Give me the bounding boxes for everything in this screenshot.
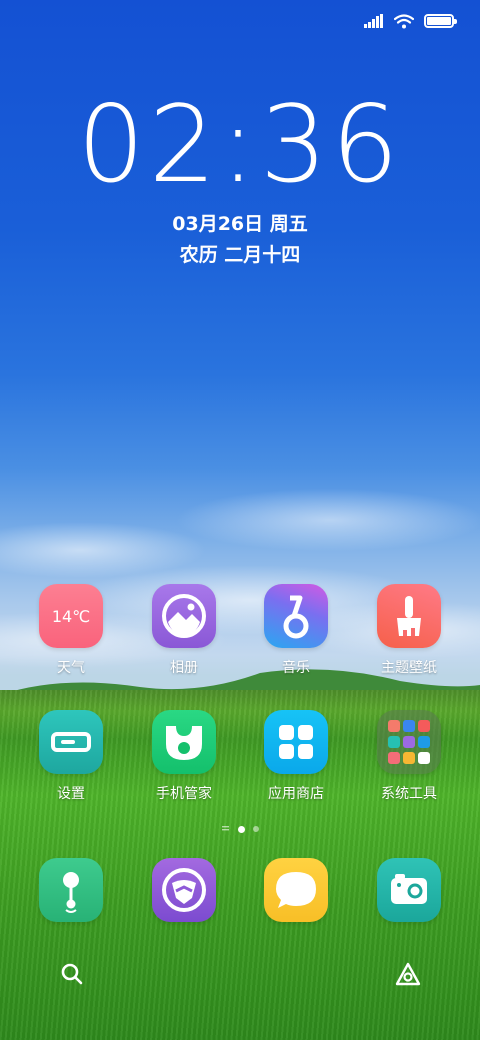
app-label: 音乐 xyxy=(282,660,310,676)
signal-icon xyxy=(364,14,383,28)
app-music[interactable]: 音乐 xyxy=(246,584,346,677)
home-feed-icon xyxy=(221,826,229,831)
app-label: 系统工具 xyxy=(381,786,437,802)
page-dot-active xyxy=(237,825,245,833)
folder-icon xyxy=(377,710,441,774)
browser-icon xyxy=(152,858,216,922)
search-button[interactable] xyxy=(60,962,84,990)
app-label: 主题壁纸 xyxy=(381,660,437,676)
camera-icon xyxy=(377,858,441,922)
app-gallery[interactable]: 相册 xyxy=(134,584,234,677)
dock-camera[interactable] xyxy=(359,858,459,922)
folder-system-tools[interactable]: 系统工具 xyxy=(359,710,459,803)
music-icon xyxy=(264,584,328,648)
app-label: 相册 xyxy=(170,660,198,676)
app-themes[interactable]: 主题壁纸 xyxy=(359,584,459,677)
page-dot xyxy=(252,826,259,832)
page-indicator[interactable] xyxy=(0,825,480,833)
app-label: 手机管家 xyxy=(156,786,212,802)
weather-icon: 14℃ xyxy=(39,584,103,648)
clock-time[interactable]: 02:36 xyxy=(0,92,480,198)
clock-date[interactable]: 03月26日 周五 xyxy=(0,209,480,236)
app-label: 应用商店 xyxy=(268,786,324,802)
app-weather[interactable]: 14℃ 天气 xyxy=(21,584,121,677)
wifi-icon xyxy=(394,13,414,28)
assistant-button[interactable] xyxy=(394,962,422,992)
phone-icon xyxy=(39,858,103,922)
app-security[interactable]: 手机管家 xyxy=(134,710,234,803)
app-settings[interactable]: 设置 xyxy=(21,710,121,803)
assistant-icon xyxy=(395,962,421,986)
themes-icon xyxy=(377,584,441,648)
dock-messages[interactable] xyxy=(246,858,346,922)
app-label: 天气 xyxy=(57,660,85,676)
lunar-date: 农历 二月十四 xyxy=(179,244,301,266)
messages-icon xyxy=(264,858,328,922)
gallery-icon xyxy=(152,584,216,648)
battery-icon xyxy=(424,14,457,28)
settings-icon xyxy=(39,710,103,774)
battery-fill xyxy=(427,17,451,25)
weather-temp-text: 14℃ xyxy=(51,606,91,626)
security-icon xyxy=(152,710,216,774)
status-bar xyxy=(364,10,457,32)
dock-phone[interactable] xyxy=(21,858,121,922)
dock-browser[interactable] xyxy=(134,858,234,922)
app-label: 设置 xyxy=(57,786,85,802)
search-icon xyxy=(61,963,83,985)
app-store-icon xyxy=(264,710,328,774)
app-store[interactable]: 应用商店 xyxy=(246,710,346,803)
